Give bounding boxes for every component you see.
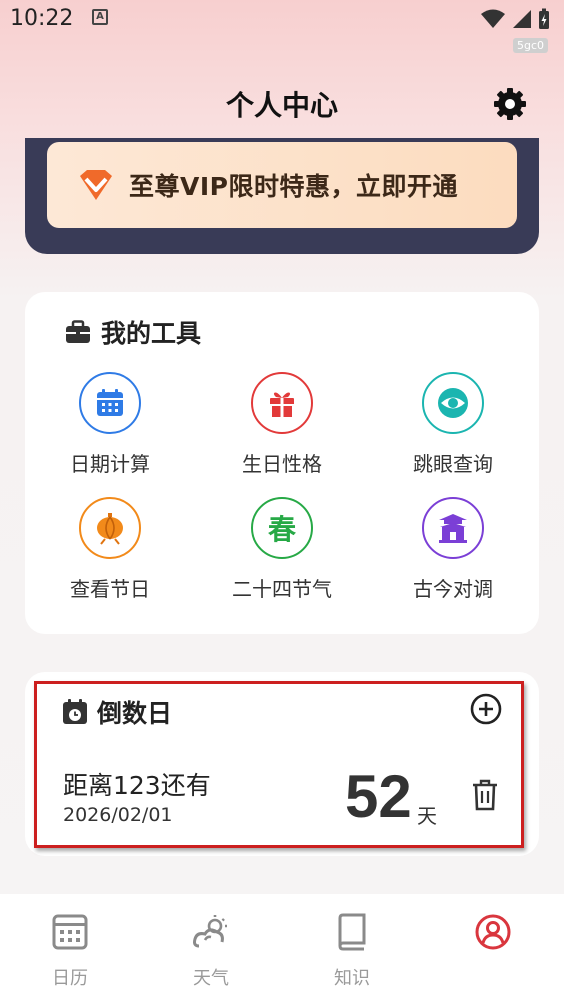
tool-circle: 春 (251, 497, 313, 559)
tool-circle (79, 372, 141, 434)
tool-circle (422, 497, 484, 559)
calendar-icon (52, 914, 88, 950)
status-bar: 10:22 A (0, 0, 564, 40)
wifi-icon (481, 9, 505, 28)
tools-header: 我的工具 (65, 314, 201, 350)
notification-app-icon: A (92, 9, 108, 25)
vip-text: 至尊VIP限时特惠，立即开通 (129, 172, 458, 201)
nav-item-weather[interactable]: 天气 (161, 912, 261, 990)
lantern-icon (97, 513, 123, 545)
tool-label: 跳眼查询 (413, 452, 493, 476)
tool-date-calc[interactable]: 日期计算 (40, 372, 180, 477)
device-tag: 5gc0 (512, 38, 548, 53)
nav-label: 天气 (193, 968, 229, 989)
tool-label: 古今对调 (413, 577, 493, 601)
weather-icon (193, 915, 227, 948)
briefcase-icon (66, 320, 90, 343)
nav-item-profile[interactable] (443, 912, 543, 964)
page-title: 个人中心 (225, 89, 338, 122)
tool-eye-jump-query[interactable]: 跳眼查询 (383, 372, 523, 477)
tool-birthday-personality[interactable]: 生日性格 (212, 372, 352, 477)
signal-icon (513, 10, 531, 28)
tool-circle (251, 372, 313, 434)
tool-label: 查看节日 (70, 577, 150, 601)
book-icon (338, 913, 366, 951)
bottom-nav: 日历 天气 知识 (0, 894, 564, 1004)
tool-label: 日期计算 (70, 452, 150, 476)
tools-card: 我的工具 日期计算 生日性格 跳眼查询 查看节日 春 二十四节气 古今对调 (25, 292, 539, 634)
tool-circle (422, 372, 484, 434)
calendar-icon (97, 389, 123, 416)
battery-icon (539, 8, 549, 29)
status-icons (480, 8, 550, 30)
pavilion-icon (439, 514, 467, 543)
user-icon (475, 914, 511, 950)
highlight-box (34, 681, 524, 848)
tool-label: 生日性格 (242, 452, 322, 476)
nav-label: 知识 (334, 968, 370, 989)
tool-ancient-modern[interactable]: 古今对调 (383, 497, 523, 602)
nav-item-knowledge[interactable]: 知识 (302, 912, 402, 990)
tools-title: 我的工具 (101, 319, 202, 348)
vip-logo-icon (80, 170, 112, 200)
spring-icon: 春 (267, 513, 296, 546)
tool-circle (79, 497, 141, 559)
gear-icon[interactable] (492, 86, 528, 122)
eye-icon (438, 388, 468, 418)
nav-item-calendar[interactable]: 日历 (20, 912, 120, 990)
vip-card: 至尊VIP限时特惠，立即开通 (25, 138, 539, 254)
tool-label: 二十四节气 (232, 577, 332, 601)
status-time: 10:22 (10, 6, 74, 31)
tool-view-festivals[interactable]: 查看节日 (40, 497, 180, 602)
vip-banner[interactable]: 至尊VIP限时特惠，立即开通 (47, 142, 517, 228)
gift-icon (270, 392, 294, 417)
tool-solar-terms[interactable]: 春 二十四节气 (212, 497, 352, 602)
nav-label: 日历 (52, 968, 88, 989)
